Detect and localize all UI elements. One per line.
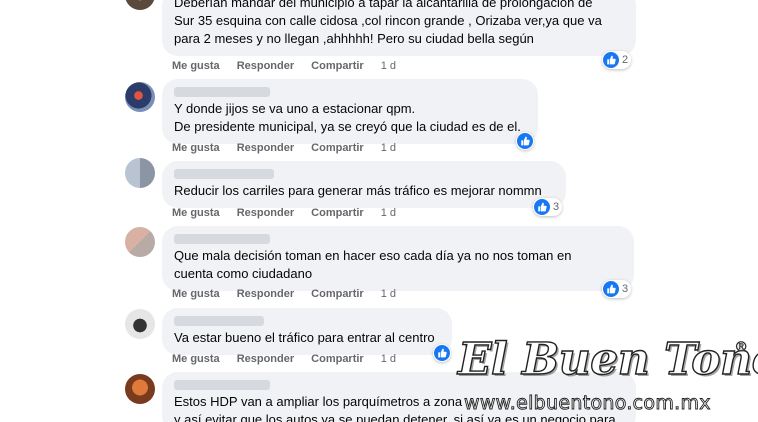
- comment-text: Sur 35 esquina con calle cidosa ,col rin…: [174, 13, 602, 28]
- reaction-number: 3: [622, 283, 629, 295]
- reaction-count[interactable]: 3: [602, 280, 632, 298]
- avatar[interactable]: [125, 227, 155, 257]
- comment-bubble: Deberían mandar del municipio a tapar la…: [162, 0, 636, 56]
- like-icon: [603, 52, 619, 68]
- like-button[interactable]: Me gusta: [172, 60, 220, 72]
- comment-actions: Me gusta Responder Compartir 1 d: [172, 288, 413, 300]
- reply-button[interactable]: Responder: [237, 60, 294, 72]
- reaction-count[interactable]: [433, 344, 451, 362]
- share-button[interactable]: Compartir: [311, 142, 364, 154]
- comment-text: Reducir los carriles para generar más tr…: [174, 183, 542, 198]
- author-name[interactable]: [174, 316, 264, 326]
- comment-text: y así evitar que los autos ya se puedan …: [174, 412, 616, 422]
- comment-bubble: Estos HDP van a ampliar los parquímetros…: [162, 372, 636, 422]
- comment-bubble: Reducir los carriles para generar más tr…: [162, 161, 566, 208]
- comment-actions: Me gusta Responder Compartir 1 d: [172, 60, 413, 72]
- avatar[interactable]: [125, 158, 155, 188]
- reaction-count[interactable]: 2: [602, 51, 632, 69]
- comment-text: Va estar bueno el tráfico para entrar al…: [174, 330, 435, 345]
- author-name[interactable]: [174, 234, 270, 244]
- avatar[interactable]: [125, 82, 155, 112]
- like-icon: [517, 133, 533, 149]
- like-button[interactable]: Me gusta: [172, 288, 220, 300]
- reaction-number: 3: [553, 201, 560, 213]
- like-button[interactable]: Me gusta: [172, 353, 220, 365]
- timestamp[interactable]: 1 d: [381, 207, 396, 219]
- registered-mark: ®: [736, 338, 747, 355]
- like-button[interactable]: Me gusta: [172, 207, 220, 219]
- comment-text: Y donde jijos se va uno a estacionar qpm…: [174, 101, 416, 116]
- comment-actions: Me gusta Responder Compartir 1 d: [172, 353, 413, 365]
- reaction-count[interactable]: [516, 132, 534, 150]
- comment-bubble: Que mala decisión toman en hacer eso cad…: [162, 226, 634, 291]
- author-name[interactable]: [174, 87, 270, 97]
- timestamp[interactable]: 1 d: [381, 60, 396, 72]
- author-name[interactable]: [174, 380, 270, 390]
- reply-button[interactable]: Responder: [237, 142, 294, 154]
- avatar[interactable]: [125, 309, 155, 339]
- comment-text: para 2 meses y no llegan ,ahhhhh! Pero s…: [174, 31, 534, 46]
- timestamp[interactable]: 1 d: [381, 353, 396, 365]
- comment-actions: Me gusta Responder Compartir 1 d: [172, 142, 413, 154]
- reply-button[interactable]: Responder: [237, 288, 294, 300]
- comment-text: cuenta como ciudadano: [174, 266, 313, 281]
- share-button[interactable]: Compartir: [311, 60, 364, 72]
- comment-text: Que mala decisión toman en hacer eso cad…: [174, 248, 572, 263]
- share-button[interactable]: Compartir: [311, 353, 364, 365]
- like-button[interactable]: Me gusta: [172, 142, 220, 154]
- comment-text: Estos HDP van a ampliar los parquímetros…: [174, 394, 463, 409]
- reply-button[interactable]: Responder: [237, 207, 294, 219]
- reaction-number: 2: [622, 54, 629, 66]
- reply-button[interactable]: Responder: [237, 353, 294, 365]
- comment-text: De presidente municipal, ya se creyó que…: [174, 119, 521, 134]
- comment-actions: Me gusta Responder Compartir 1 d: [172, 207, 413, 219]
- timestamp[interactable]: 1 d: [381, 288, 396, 300]
- avatar[interactable]: [125, 374, 155, 404]
- like-icon: [434, 345, 450, 361]
- avatar[interactable]: [125, 0, 155, 10]
- like-icon: [534, 199, 550, 215]
- author-name[interactable]: [174, 169, 274, 179]
- comment-bubble: Y donde jijos se va uno a estacionar qpm…: [162, 79, 538, 144]
- share-button[interactable]: Compartir: [311, 288, 364, 300]
- like-icon: [603, 281, 619, 297]
- comment-bubble: Va estar bueno el tráfico para entrar al…: [162, 308, 452, 355]
- share-button[interactable]: Compartir: [311, 207, 364, 219]
- comment-text: Deberían mandar del municipio a tapar la…: [174, 0, 593, 10]
- reaction-count[interactable]: 3: [533, 198, 563, 216]
- timestamp[interactable]: 1 d: [381, 142, 396, 154]
